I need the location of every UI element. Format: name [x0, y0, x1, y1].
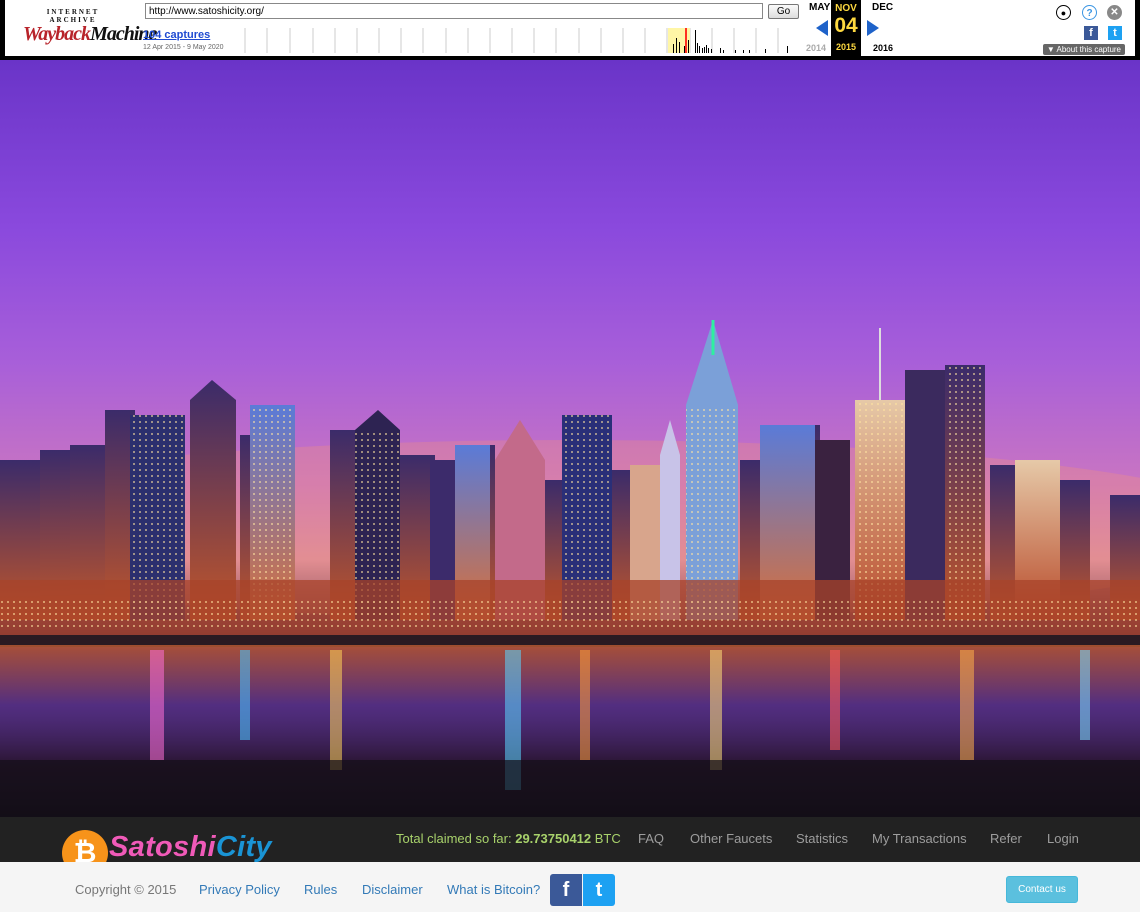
twitter-share-icon[interactable]: t: [583, 874, 615, 906]
next-month-link[interactable]: DEC: [872, 2, 893, 13]
copyright: Copyright © 2015: [75, 882, 177, 897]
user-icon[interactable]: ●: [1056, 5, 1071, 20]
wayback-go-button[interactable]: Go: [768, 4, 799, 19]
page: INTERNET ARCHIVE WaybackMachine Go 104 c…: [0, 0, 1140, 912]
about-capture-button[interactable]: ▼ About this capture: [1042, 44, 1125, 55]
footer-disclaimer[interactable]: Disclaimer: [362, 882, 423, 897]
nav-login[interactable]: Login: [1047, 831, 1079, 846]
logo-wordmark: SatoshiCity: [109, 831, 272, 863]
close-icon[interactable]: ✕: [1107, 5, 1122, 20]
prev-month-link[interactable]: MAY: [809, 2, 830, 13]
facebook-icon[interactable]: f: [1084, 26, 1098, 40]
footer-privacy-policy[interactable]: Privacy Policy: [199, 882, 280, 897]
nav-refer[interactable]: Refer: [990, 831, 1022, 846]
current-month: NOV: [835, 3, 857, 14]
wayback-url-input[interactable]: [145, 3, 763, 19]
current-day: 04: [834, 14, 858, 37]
footer-rules[interactable]: Rules: [304, 882, 337, 897]
facebook-share-icon[interactable]: f: [550, 874, 582, 906]
hero-cityscape-image: [0, 60, 1140, 817]
next-capture-arrow-icon[interactable]: [867, 20, 879, 36]
help-icon[interactable]: ?: [1082, 5, 1097, 20]
wayback-capture-sparkline[interactable]: [243, 28, 803, 53]
skyline-illustration: [0, 320, 1140, 817]
wayback-capture-range: 12 Apr 2015 - 9 May 2020: [143, 44, 224, 51]
footer-what-is-bitcoin[interactable]: What is Bitcoin?: [447, 882, 540, 897]
nav-my-transactions[interactable]: My Transactions: [872, 831, 967, 846]
nav-other-faucets[interactable]: Other Faucets: [690, 831, 772, 846]
wayback-calendar: MAY NOV 04 2015 DEC 2014 2016: [801, 0, 901, 56]
wayback-toolbar: INTERNET ARCHIVE WaybackMachine Go 104 c…: [0, 0, 1140, 60]
prev-year[interactable]: 2014: [806, 43, 826, 53]
wayback-captures-link[interactable]: 104 captures: [143, 29, 210, 41]
wayback-logo-top: INTERNET ARCHIVE: [46, 8, 100, 24]
twitter-icon[interactable]: t: [1108, 26, 1122, 40]
next-year[interactable]: 2016: [873, 43, 893, 53]
contact-us-button[interactable]: Contact us: [1006, 876, 1078, 903]
wayback-logo[interactable]: INTERNET ARCHIVE WaybackMachine: [23, 8, 157, 48]
total-claimed: Total claimed so far: 29.73750412 BTC: [396, 831, 621, 846]
current-capture-date: NOV 04 2015: [831, 0, 861, 56]
current-year: 2015: [835, 42, 857, 52]
nav-statistics[interactable]: Statistics: [796, 831, 848, 846]
total-claimed-value: 29.73750412: [515, 831, 592, 846]
site-navbar: ₿ SatoshiCity Total claimed so far: 29.7…: [0, 817, 1140, 876]
wayback-actions: ● ? ✕ f t: [1051, 4, 1122, 42]
wayback-logo-wordmark: WaybackMachine: [23, 23, 157, 45]
prev-capture-arrow-icon[interactable]: [816, 20, 828, 36]
site-footer: Copyright © 2015 Privacy Policy Rules Di…: [0, 862, 1140, 912]
nav-faq[interactable]: FAQ: [638, 831, 664, 846]
